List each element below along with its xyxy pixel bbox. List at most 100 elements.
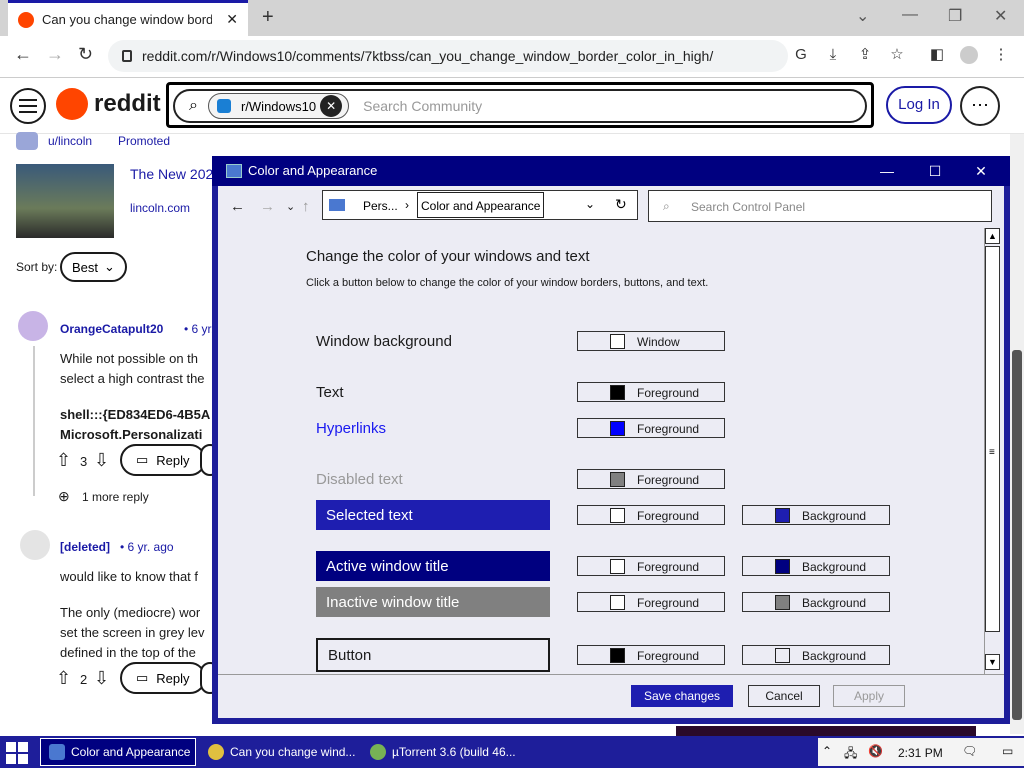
back-icon[interactable]: ← xyxy=(230,198,245,215)
comment-author[interactable]: OrangeCatapult20 xyxy=(60,322,163,336)
cancel-button[interactable]: Cancel xyxy=(748,685,820,707)
expand-plus-icon[interactable]: ⊕ xyxy=(58,488,70,505)
maximize-button[interactable]: ☐ xyxy=(912,156,958,186)
hyperlinks-foreground-button[interactable]: Foreground xyxy=(577,418,725,438)
panel-scrollbar[interactable]: ▲ ≡ ▼ xyxy=(984,228,1000,674)
browser-tab[interactable]: Can you change window border c ✕ xyxy=(8,0,248,36)
breadcrumb-separator-icon[interactable]: › xyxy=(405,198,409,212)
reload-icon[interactable]: ↻ xyxy=(78,44,93,65)
chip-remove-icon[interactable]: ✕ xyxy=(320,95,343,117)
minimize-button[interactable]: — xyxy=(902,6,918,24)
page-scrollbar-thumb[interactable] xyxy=(1012,350,1022,720)
bookmark-star-icon[interactable]: ☆ xyxy=(888,46,906,64)
sidebar-icon[interactable]: ◧ xyxy=(928,46,946,64)
selected-text-background-button[interactable]: Background xyxy=(742,505,890,525)
save-changes-button[interactable]: Save changes xyxy=(631,685,733,707)
menu-dots-icon[interactable]: ⋮ xyxy=(992,46,1010,64)
scrollbar-grip-icon[interactable]: ≡ xyxy=(989,447,995,458)
scrollbar-track[interactable]: ≡ xyxy=(985,246,1000,632)
search-input[interactable]: Search Community xyxy=(363,98,482,114)
apply-button[interactable]: Apply xyxy=(833,685,905,707)
downvote-icon[interactable]: ⇩ xyxy=(94,668,109,689)
user-avatar[interactable] xyxy=(18,311,48,341)
window-color-button[interactable]: Window xyxy=(577,331,725,351)
forward-icon[interactable]: → xyxy=(46,44,64,65)
sort-dropdown[interactable]: Best ⌄ xyxy=(60,252,127,282)
downvote-icon[interactable]: ⇩ xyxy=(94,450,109,471)
reply-button[interactable]: ▭ Reply xyxy=(120,662,206,694)
active-title-foreground-button[interactable]: Foreground xyxy=(577,556,725,576)
advertiser-avatar[interactable] xyxy=(16,132,38,150)
taskbar-item-chrome[interactable]: Can you change wind... xyxy=(200,738,360,766)
chevron-down-icon[interactable]: ⌄ xyxy=(585,197,595,211)
thread-line[interactable] xyxy=(33,346,35,496)
share-icon[interactable]: ⇪ xyxy=(856,46,874,64)
upvote-icon[interactable]: ⇧ xyxy=(56,450,71,471)
selected-text-foreground-button[interactable]: Foreground xyxy=(577,505,725,525)
button-background-button[interactable]: Background xyxy=(742,645,890,665)
reddit-logo-icon[interactable] xyxy=(56,88,88,120)
text-foreground-button[interactable]: Foreground xyxy=(577,382,725,402)
breadcrumb-current[interactable]: Color and Appearance xyxy=(417,192,545,218)
show-hidden-icons-icon[interactable]: ⌃ xyxy=(822,744,832,758)
clock[interactable]: 2:31 PM xyxy=(898,746,943,760)
minimize-button[interactable]: — xyxy=(864,156,910,186)
notifications-icon[interactable]: 🗨 xyxy=(962,744,977,758)
ad-thumbnail-image[interactable] xyxy=(16,164,114,238)
scroll-down-icon[interactable]: ▼ xyxy=(985,654,1000,670)
active-title-background-button[interactable]: Background xyxy=(742,556,890,576)
ad-title[interactable]: The New 202 xyxy=(130,166,213,182)
ad-username[interactable]: u/lincoln xyxy=(48,134,92,148)
control-panel-search[interactable]: ⌕ Search Control Panel xyxy=(648,190,992,222)
more-replies-link[interactable]: 1 more reply xyxy=(82,490,149,504)
network-icon[interactable]: 🖧 xyxy=(844,744,857,765)
tab-search-icon[interactable]: ⌄ xyxy=(856,6,869,26)
google-icon[interactable]: G xyxy=(792,46,810,64)
forward-icon[interactable]: → xyxy=(260,198,275,215)
search-bar[interactable]: ⌕ r/Windows10 ✕ Search Community xyxy=(173,89,867,123)
disabled-text-foreground-button[interactable]: Foreground xyxy=(577,469,725,489)
inactive-title-foreground-button[interactable]: Foreground xyxy=(577,592,725,612)
install-icon[interactable]: ⤓ xyxy=(824,46,842,64)
row-label-disabled-text: Disabled text xyxy=(316,471,403,488)
inactive-title-background-button[interactable]: Background xyxy=(742,592,890,612)
reddit-wordmark[interactable]: reddit xyxy=(94,90,161,118)
recent-dropdown-icon[interactable]: ⌄ xyxy=(286,200,295,213)
address-bar[interactable]: reddit.com/r/Windows10/comments/7ktbss/c… xyxy=(108,40,788,72)
ad-domain[interactable]: lincoln.com xyxy=(130,201,190,215)
scroll-up-icon[interactable]: ▲ xyxy=(985,228,1000,244)
tab-close-icon[interactable]: ✕ xyxy=(226,11,238,28)
back-icon[interactable]: ← xyxy=(14,44,32,65)
color-swatch xyxy=(610,421,625,436)
button-foreground-button[interactable]: Foreground xyxy=(577,645,725,665)
close-window-button[interactable]: ✕ xyxy=(994,6,1007,26)
taskbar-item-utorrent[interactable]: µTorrent 3.6 (build 46... xyxy=(362,738,518,766)
color-button-label: Foreground xyxy=(637,473,700,487)
close-button[interactable]: ✕ xyxy=(958,156,1004,186)
refresh-icon[interactable]: ↻ xyxy=(615,196,627,213)
breadcrumb-parent[interactable]: Pers... xyxy=(363,199,398,213)
window-titlebar[interactable]: Color and Appearance — ☐ ✕ xyxy=(212,156,1010,186)
utorrent-icon xyxy=(370,744,386,760)
show-desktop-icon[interactable]: ▭ xyxy=(1002,744,1013,758)
reply-button[interactable]: ▭ Reply xyxy=(120,444,206,476)
restore-button[interactable]: ❐ xyxy=(948,6,962,26)
hamburger-menu-button[interactable] xyxy=(10,88,46,124)
breadcrumb[interactable]: Pers... › Color and Appearance ⌄ ↻ xyxy=(322,190,638,220)
comment-author[interactable]: [deleted] xyxy=(60,540,110,554)
profile-icon[interactable] xyxy=(960,46,978,64)
user-avatar[interactable] xyxy=(20,530,50,560)
page-scrollbar[interactable] xyxy=(1010,134,1024,734)
more-options-button[interactable]: ⋯ xyxy=(960,86,1000,126)
browser-toolbar: ← → ↻ reddit.com/r/Windows10/comments/7k… xyxy=(0,36,1024,78)
up-icon[interactable]: ↑ xyxy=(302,198,310,215)
subreddit-chip[interactable]: r/Windows10 ✕ xyxy=(207,93,350,119)
login-button[interactable]: Log In xyxy=(886,86,952,124)
taskbar-item-color-appearance[interactable]: Color and Appearance xyxy=(40,738,196,766)
comment-bubble-icon: ▭ xyxy=(136,452,149,467)
new-tab-button[interactable]: + xyxy=(262,6,274,29)
start-windows-icon[interactable] xyxy=(6,742,28,764)
subreddit-chip-label: r/Windows10 xyxy=(240,98,317,114)
upvote-icon[interactable]: ⇧ xyxy=(56,668,71,689)
volume-muted-icon[interactable]: 🔇 xyxy=(868,744,883,758)
